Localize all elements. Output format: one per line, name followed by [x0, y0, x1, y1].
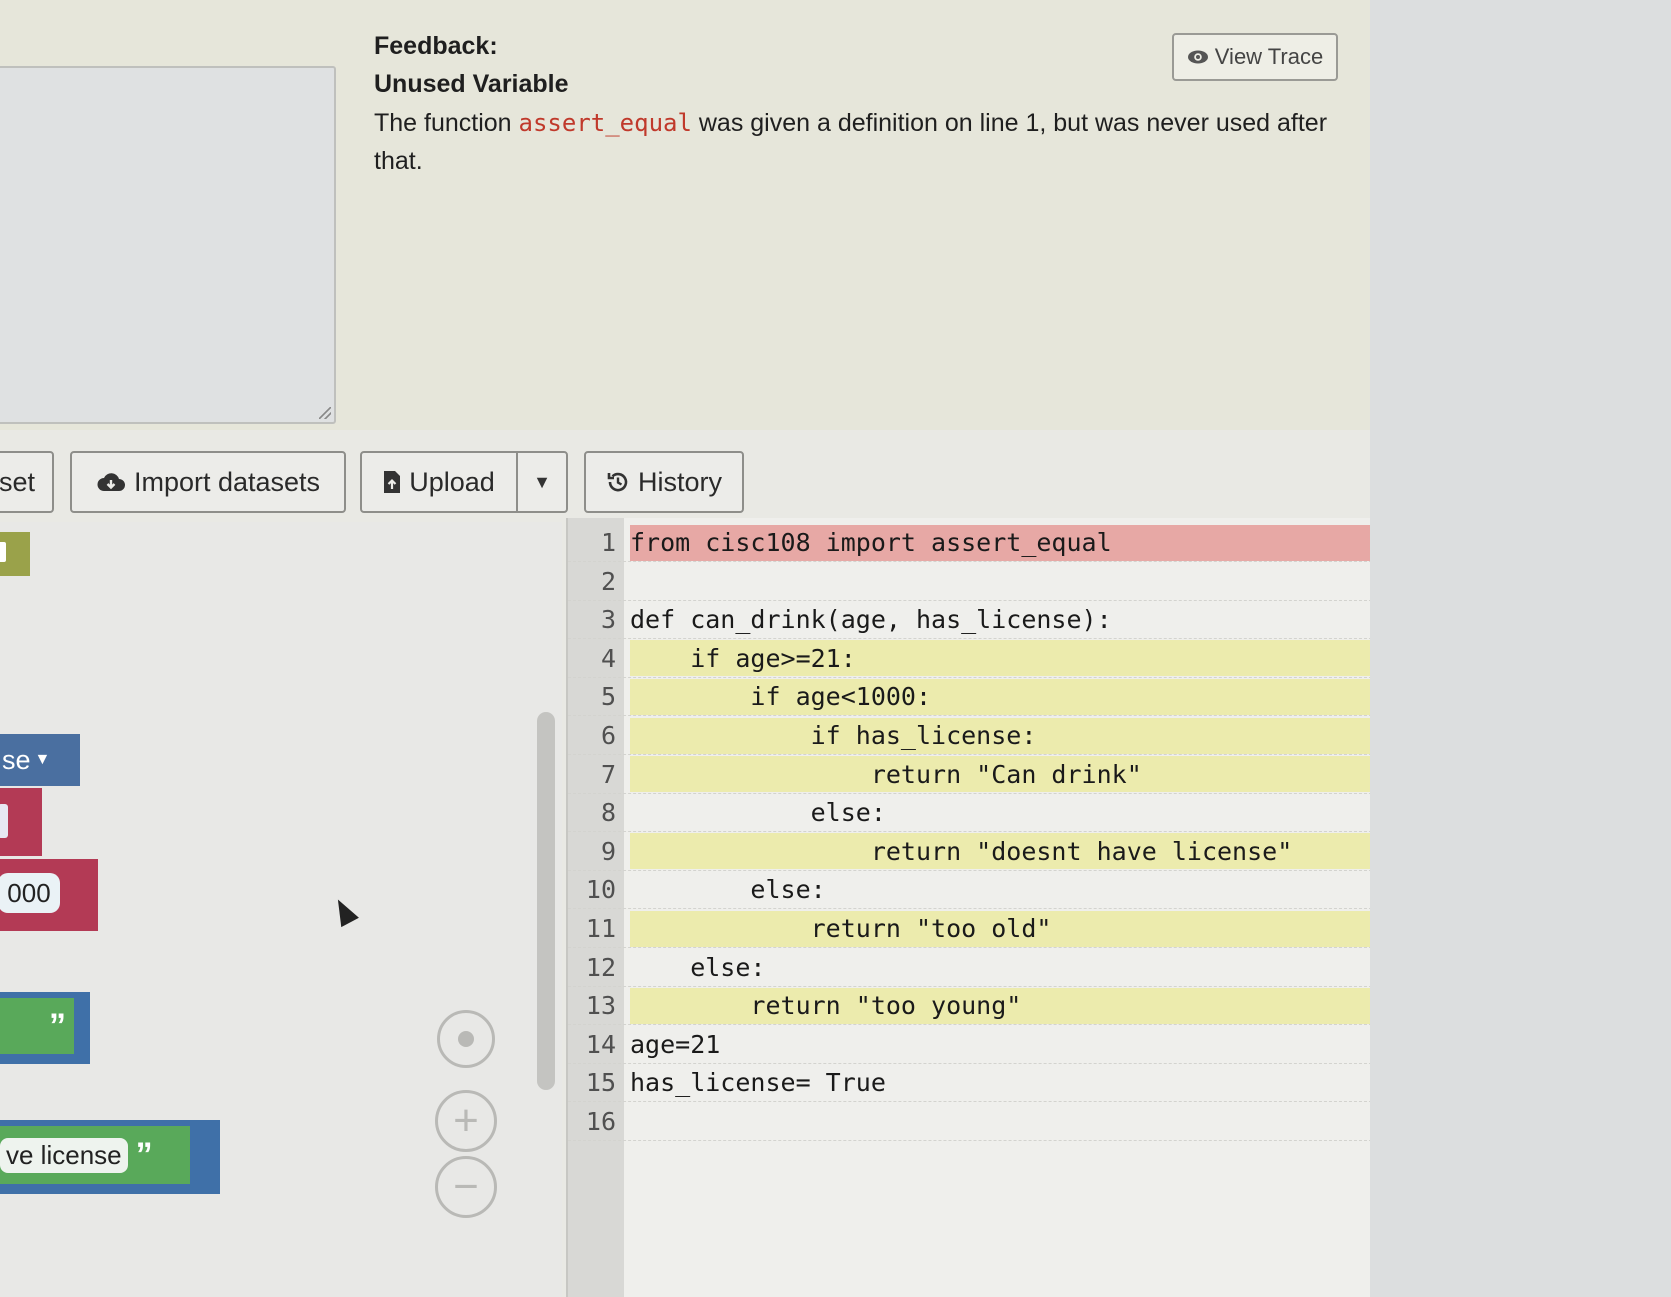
code-line[interactable]: 9 return "doesnt have license" — [568, 833, 1370, 871]
import-datasets-button[interactable]: Import datasets — [70, 451, 346, 513]
string-field[interactable]: ve license — [0, 1137, 128, 1173]
line-number: 13 — [585, 991, 616, 1021]
code-line[interactable]: 8 else: — [568, 794, 1370, 833]
zoom-in-button[interactable]: + — [435, 1090, 497, 1152]
line-number: 15 — [585, 1068, 616, 1098]
block-string-empty[interactable]: ” — [0, 992, 90, 1064]
notes-textarea[interactable] — [0, 66, 336, 424]
line-number: 1 — [600, 528, 616, 557]
view-trace-button[interactable]: View Trace — [1172, 33, 1338, 81]
upload-button[interactable]: Upload — [362, 453, 518, 511]
string-block-inner: ve license ” — [0, 1126, 190, 1184]
string-block-inner: ” — [0, 998, 74, 1054]
zoom-out-button[interactable]: − — [435, 1156, 497, 1218]
code-text[interactable]: if age>=21: — [630, 640, 1370, 677]
code-text[interactable]: if age<1000: — [630, 678, 1370, 715]
code-line[interactable]: 10 else: — [568, 871, 1370, 910]
block-text-partial[interactable] — [0, 532, 30, 576]
code-text[interactable]: from cisc108 import assert_equal — [630, 524, 1370, 561]
code-text[interactable] — [630, 1104, 1370, 1140]
history-icon — [607, 472, 628, 492]
quote-mark-icon: ” — [49, 1006, 66, 1045]
code-text[interactable]: else: — [630, 949, 1370, 985]
line-number: 11 — [585, 914, 616, 943]
line-number: 14 — [585, 1029, 616, 1059]
code-line[interactable]: 6 if has_license: — [568, 717, 1370, 755]
line-number: 6 — [600, 721, 616, 750]
block-math-partial[interactable] — [0, 788, 42, 856]
code-line[interactable]: 13 return "too young" — [568, 987, 1370, 1026]
quote-mark-icon: ” — [135, 1135, 153, 1174]
code-text[interactable]: if has_license: — [630, 717, 1370, 754]
block-string-license[interactable]: ve license ” — [0, 1120, 220, 1194]
block-boolean-label: se — [2, 744, 31, 775]
minus-icon: − — [453, 1162, 479, 1211]
line-number: 16 — [585, 1107, 616, 1136]
line-number: 8 — [600, 798, 616, 828]
reset-button[interactable]: set — [0, 451, 54, 513]
caret-down-icon: ▼ — [533, 471, 551, 492]
history-label: History — [637, 466, 722, 497]
line-number: 3 — [600, 605, 616, 635]
workspace-scrollbar[interactable] — [537, 712, 555, 1090]
feedback-message: The function assert_equal was given a de… — [374, 104, 1334, 180]
reset-label: set — [0, 466, 36, 497]
feedback-code-token: assert_equal — [518, 109, 692, 137]
code-line[interactable]: 14 age=21 — [568, 1026, 1370, 1064]
code-text[interactable] — [630, 563, 1370, 599]
feedback-heading: Feedback: — [374, 32, 498, 60]
upload-label: Upload — [409, 466, 495, 497]
code-line[interactable]: 11 return "too old" — [568, 910, 1370, 948]
code-text[interactable]: return "too old" — [630, 910, 1370, 947]
code-line[interactable]: 2 — [568, 563, 1370, 601]
cloud-download-icon — [97, 473, 125, 491]
feedback-message-before: The function — [374, 109, 519, 137]
block-boolean[interactable]: se ▼ — [0, 734, 80, 786]
dropdown-arrow-icon[interactable]: ▼ — [35, 751, 51, 769]
line-number: 9 — [600, 836, 616, 866]
upload-dropdown-toggle[interactable]: ▼ — [518, 453, 566, 511]
code-text[interactable]: return "Can drink" — [630, 756, 1370, 793]
code-line[interactable]: 1 from cisc108 import assert_equal — [568, 524, 1370, 562]
line-number: 10 — [585, 875, 616, 905]
import-datasets-label: Import datasets — [133, 466, 321, 497]
code-editor[interactable]: 1 from cisc108 import assert_equal 2 3 def c… — [566, 518, 1370, 1297]
recenter-button[interactable] — [437, 1010, 495, 1068]
line-number: 12 — [585, 952, 616, 982]
line-number: 5 — [600, 682, 616, 712]
code-line[interactable]: 15 has_license= True — [568, 1064, 1370, 1103]
code-line[interactable]: 5 if age<1000: — [568, 678, 1370, 717]
code-line[interactable]: 16 — [568, 1103, 1370, 1141]
code-text[interactable]: else: — [630, 795, 1370, 831]
code-text[interactable]: has_license= True — [630, 1065, 1370, 1101]
code-text[interactable]: def can_drink(age, has_license): — [630, 602, 1370, 638]
line-number: 2 — [600, 566, 616, 596]
code-text[interactable]: return "too young" — [630, 987, 1370, 1024]
history-button[interactable]: History — [584, 451, 744, 513]
code-line[interactable]: 12 else: — [568, 949, 1370, 987]
feedback-title: Unused Variable — [374, 70, 569, 98]
view-trace-label: View Trace — [1214, 44, 1324, 69]
resize-grip-icon[interactable] — [319, 407, 331, 419]
eye-icon — [1187, 50, 1208, 64]
code-text[interactable]: age=21 — [630, 1026, 1370, 1062]
code-text[interactable]: else: — [630, 872, 1370, 908]
code-line[interactable]: 7 return "Can drink" — [568, 756, 1370, 794]
code-line[interactable]: 4 if age>=21: — [568, 640, 1370, 678]
number-field[interactable]: 000 — [0, 873, 60, 913]
code-text[interactable]: return "doesnt have license" — [630, 833, 1370, 870]
plus-icon: + — [453, 1096, 479, 1145]
file-upload-icon — [384, 471, 401, 493]
upload-button-group: Upload ▼ — [360, 451, 568, 513]
line-number: 7 — [600, 759, 616, 789]
line-number: 4 — [600, 643, 616, 673]
block-math-number[interactable]: 000 — [0, 859, 98, 931]
app-window: Feedback: Unused Variable The function a… — [0, 0, 1370, 1297]
feedback-panel: Feedback: Unused Variable The function a… — [0, 0, 1370, 430]
code-line[interactable]: 3 def can_drink(age, has_license): — [568, 601, 1370, 640]
